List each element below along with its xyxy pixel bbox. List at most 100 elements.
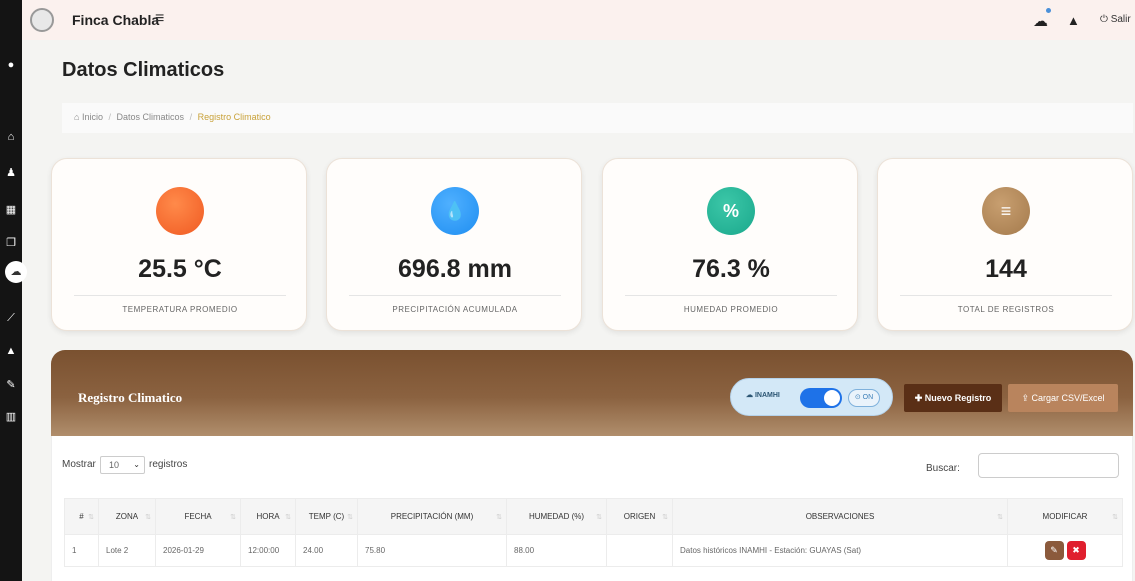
- card-divider: [900, 295, 1112, 296]
- stat-card-precipitation: 💧 696.8 mm PRECIPITACIÓN ACUMULADA: [326, 158, 582, 331]
- users-icon[interactable]: ♟: [0, 166, 22, 180]
- copy-icon[interactable]: ❐: [0, 236, 22, 250]
- user-avatar-icon[interactable]: ●: [0, 58, 22, 72]
- home-icon[interactable]: ⌂: [0, 130, 22, 144]
- col-header-number[interactable]: # ⇅: [64, 498, 99, 535]
- brand-name[interactable]: Finca Chabla: [72, 12, 159, 28]
- status-dot-icon: ⊙: [854, 394, 863, 401]
- header-label: OBSERVACIONES: [805, 512, 875, 521]
- stat-label: TOTAL DE REGISTROS: [957, 305, 1055, 314]
- inamhi-text: INAMHI: [754, 392, 780, 399]
- col-header-humedad[interactable]: HUMEDAD (%) ⇅: [506, 498, 607, 535]
- table-header-row: # ⇅ ZONA ⇅ FECHA ⇅ HORA ⇅ TEMP (C) ⇅ PRECIPIT…: [64, 498, 1123, 535]
- chevron-down-icon: ⌄: [133, 460, 140, 469]
- edit-button[interactable]: ✎: [1044, 541, 1064, 560]
- cell-origen: [606, 534, 673, 567]
- upload-csv-label: Cargar CSV/Excel: [1031, 393, 1105, 403]
- bell-icon[interactable]: ▲: [0, 344, 22, 358]
- stat-value: 696.8 mm: [398, 255, 512, 283]
- inamhi-toggle[interactable]: [800, 388, 842, 408]
- header-label: HUMEDAD (%): [528, 512, 585, 521]
- notifications-bell-icon[interactable]: ▲: [1067, 13, 1080, 28]
- cloud-icon[interactable]: ☁: [1033, 12, 1048, 30]
- stat-value: 144: [985, 255, 1027, 283]
- percent-icon: %: [707, 187, 755, 235]
- header-label: MODIFICAR: [1042, 512, 1088, 521]
- header-label: #: [79, 512, 84, 521]
- bar-chart-icon[interactable]: ▥: [0, 410, 22, 424]
- wrench-icon[interactable]: ✎: [0, 378, 22, 392]
- weather-icon[interactable]: ☁: [5, 261, 27, 283]
- cell-modificar: ✎ ✖: [1007, 534, 1123, 567]
- sort-icon: ⇅: [88, 514, 94, 521]
- stat-label: PRECIPITACIÓN ACUMULADA: [392, 305, 518, 314]
- delete-button[interactable]: ✖: [1066, 541, 1086, 560]
- breadcrumb-home[interactable]: Inicio: [82, 112, 103, 122]
- plus-circle-icon: ✚: [914, 393, 925, 403]
- col-header-zona[interactable]: ZONA ⇅: [98, 498, 156, 535]
- stat-label: HUMEDAD PROMEDIO: [683, 305, 779, 314]
- climate-records-table: # ⇅ ZONA ⇅ FECHA ⇅ HORA ⇅ TEMP (C) ⇅ PRECIPIT…: [64, 498, 1123, 567]
- stat-value: 76.3 %: [692, 255, 770, 283]
- card-divider: [74, 295, 286, 296]
- page-title: Datos Climaticos: [62, 59, 225, 81]
- sort-icon: ⇅: [1112, 514, 1118, 521]
- stat-card-humidity: % 76.3 % HUMEDAD PROMEDIO: [602, 158, 858, 331]
- cloud-icon: ☁: [746, 392, 755, 399]
- sort-icon: ⇅: [596, 514, 602, 521]
- col-header-fecha[interactable]: FECHA ⇅: [155, 498, 241, 535]
- cell-observaciones: Datos históricos INAMHI - Estación: GUAY…: [672, 534, 1008, 567]
- grid-icon[interactable]: ▦: [0, 203, 22, 217]
- logout-button[interactable]: ⏻ Salir: [1100, 14, 1131, 25]
- cell-hora: 12:00:00: [240, 534, 296, 567]
- database-icon: ≡: [982, 187, 1030, 235]
- col-header-temp[interactable]: TEMP (C) ⇅: [295, 498, 358, 535]
- new-record-label: Nuevo Registro: [924, 393, 992, 403]
- records-panel-header: Registro Climatico ☁ INAMHI ⊙ ON ✚ Nuevo…: [51, 350, 1133, 436]
- col-header-hora[interactable]: HORA ⇅: [240, 498, 296, 535]
- sort-icon: ⇅: [662, 514, 668, 521]
- table-row: 1 Lote 2 2026-01-29 12:00:00 24.00 75.80…: [64, 534, 1123, 567]
- breadcrumb-bar: ⌂ Inicio / Datos Climaticos / Registro C…: [62, 103, 1133, 133]
- inamhi-sync-control: ☁ INAMHI ⊙ ON: [730, 378, 893, 416]
- breadcrumb-section[interactable]: Datos Climaticos: [117, 112, 185, 122]
- upload-icon: ⇪: [1021, 393, 1032, 403]
- sort-icon: ⇅: [145, 514, 151, 521]
- finca-logo[interactable]: [30, 8, 54, 32]
- new-record-button[interactable]: ✚ Nuevo Registro: [904, 384, 1002, 412]
- drop-icon: 💧: [431, 187, 479, 235]
- breadcrumb-separator: /: [189, 112, 193, 122]
- search-input[interactable]: [978, 453, 1119, 478]
- col-header-origen[interactable]: ORIGEN ⇅: [606, 498, 673, 535]
- page-size-select[interactable]: 10 ⌄: [100, 456, 145, 474]
- header-label: FECHA: [184, 512, 212, 521]
- show-label: Mostrar: [62, 459, 96, 470]
- menu-toggle-icon[interactable]: ≡: [155, 10, 164, 28]
- col-header-precipitacion[interactable]: PRECIPITACIÓN (MM) ⇅: [357, 498, 507, 535]
- breadcrumb: ⌂ Inicio / Datos Climaticos / Registro C…: [74, 112, 271, 122]
- cell-temp: 24.00: [295, 534, 358, 567]
- stat-card-temperature: 25.5 °C TEMPERATURA PROMEDIO: [51, 158, 307, 331]
- header-label: ORIGEN: [623, 512, 656, 521]
- stat-label: TEMPERATURA PROMEDIO: [122, 305, 238, 314]
- thermometer-icon: [156, 187, 204, 235]
- page-size-value: 10: [109, 460, 120, 470]
- breadcrumb-separator: /: [108, 112, 111, 122]
- sort-icon: ⇅: [347, 514, 353, 521]
- col-header-observaciones[interactable]: OBSERVACIONES ⇅: [672, 498, 1008, 535]
- header-label: PRECIPITACIÓN (MM): [390, 512, 474, 521]
- inamhi-label: ☁ INAMHI: [746, 391, 780, 399]
- col-header-modificar[interactable]: MODIFICAR ⇅: [1007, 498, 1123, 535]
- sort-icon: ⇅: [496, 514, 502, 521]
- on-text: ON: [862, 394, 874, 401]
- line-chart-icon[interactable]: ⟋: [0, 311, 22, 325]
- panel-title: Registro Climatico: [78, 390, 183, 405]
- toggle-knob: [824, 390, 840, 406]
- header-label: TEMP (C): [308, 512, 345, 521]
- on-status-badge: ⊙ ON: [848, 389, 880, 407]
- upload-csv-button[interactable]: ⇪ Cargar CSV/Excel: [1008, 384, 1118, 412]
- cell-number: 1: [64, 534, 99, 567]
- notification-dot: [1046, 8, 1051, 13]
- cell-zona: Lote 2: [98, 534, 156, 567]
- breadcrumb-home-icon[interactable]: ⌂: [74, 112, 79, 122]
